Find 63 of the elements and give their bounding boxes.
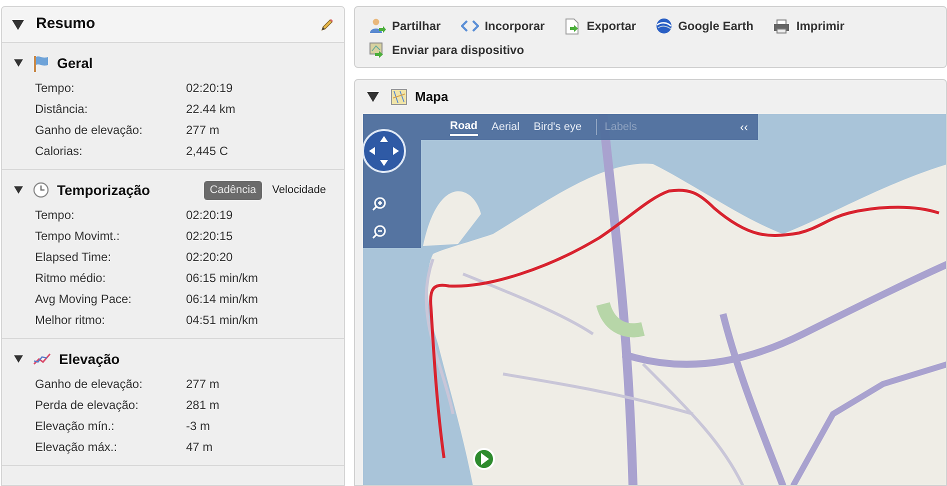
toggle-button[interactable]: Cadência	[204, 180, 262, 200]
stat-value: 2,445 C	[186, 143, 230, 160]
toolbar-button[interactable]: Exportar	[564, 17, 636, 35]
stat-label: Calorias:	[35, 143, 84, 160]
map-view-tab[interactable]: Road	[450, 118, 478, 136]
collapse-arrow-icon[interactable]	[367, 92, 379, 102]
stat-value: 47 m	[186, 439, 214, 456]
toolbar-button[interactable]: Partilhar	[369, 17, 441, 35]
stat-label: Elevação máx.:	[35, 439, 118, 456]
stat-label: Tempo:	[35, 80, 76, 97]
stat-value: 06:14 min/km	[186, 291, 260, 308]
stat-value: 22.44 km	[186, 101, 236, 118]
stat-value: 02:20:15	[186, 228, 234, 245]
toolbar-button[interactable]: Enviar para dispositivo	[369, 41, 524, 59]
panel-title: Resumo	[36, 14, 96, 34]
collapse-arrow-icon[interactable]	[12, 20, 24, 30]
document-arrow-icon	[564, 18, 581, 34]
map-icon	[391, 89, 407, 105]
section-title: Temporização	[57, 180, 150, 200]
stat-value: 04:51 min/km	[186, 312, 260, 329]
toolbar-button[interactable]: Incorporar	[460, 17, 545, 35]
stat-label: Avg Moving Pace:	[35, 291, 132, 308]
toolbar-button[interactable]: Imprimir	[773, 17, 844, 35]
stat-label: Elevação mín.:	[35, 418, 116, 435]
zoom-out-icon[interactable]	[371, 224, 387, 240]
stat-value: 06:15 min/km	[186, 270, 260, 287]
pan-control-icon[interactable]	[363, 128, 407, 174]
stat-value: 281 m	[186, 397, 220, 414]
section-title: Elevação	[59, 350, 120, 369]
printer-icon	[773, 18, 790, 34]
globe-icon	[656, 18, 672, 34]
stat-label: Tempo:	[35, 207, 76, 224]
stat-value: 02:20:20	[186, 249, 234, 266]
collapse-button[interactable]: ‹‹	[740, 118, 748, 136]
toolbar-button[interactable]: Google Earth	[656, 17, 754, 35]
stat-label: Melhor ritmo:	[35, 312, 106, 329]
person-icon	[369, 18, 386, 34]
flag-icon	[33, 54, 49, 72]
stat-label: Elapsed Time:	[35, 249, 112, 266]
section-title: Geral	[57, 54, 93, 72]
stat-value: 02:20:19	[186, 80, 234, 97]
collapse-arrow-icon[interactable]	[14, 355, 23, 363]
line-chart-icon	[33, 352, 51, 366]
pencil-icon[interactable]	[320, 18, 334, 32]
stat-label: Ganho de elevação:	[35, 122, 144, 139]
zoom-in-icon[interactable]	[371, 196, 387, 212]
code-brackets-icon	[460, 20, 479, 32]
clock-icon	[33, 182, 49, 198]
stat-label: Ganho de elevação:	[35, 376, 144, 393]
stat-value: 02:20:19	[186, 207, 234, 224]
stat-value: -3 m	[186, 418, 211, 435]
stat-value: 277 m	[186, 122, 220, 139]
panel-title: Mapa	[415, 88, 448, 106]
stat-value: 277 m	[186, 376, 220, 393]
toggle-button[interactable]: Velocidade	[266, 180, 332, 200]
map-view-tab[interactable]: Aerial	[492, 118, 520, 136]
stat-label: Tempo Movimt.:	[35, 228, 121, 245]
collapse-arrow-icon[interactable]	[14, 186, 23, 194]
map-view-tab[interactable]: Bird's eye	[534, 118, 582, 136]
stat-label: Distância:	[35, 101, 89, 118]
collapse-arrow-icon[interactable]	[14, 59, 23, 67]
stat-label: Perda de elevação:	[35, 397, 140, 414]
stat-label: Ritmo médio:	[35, 270, 107, 287]
